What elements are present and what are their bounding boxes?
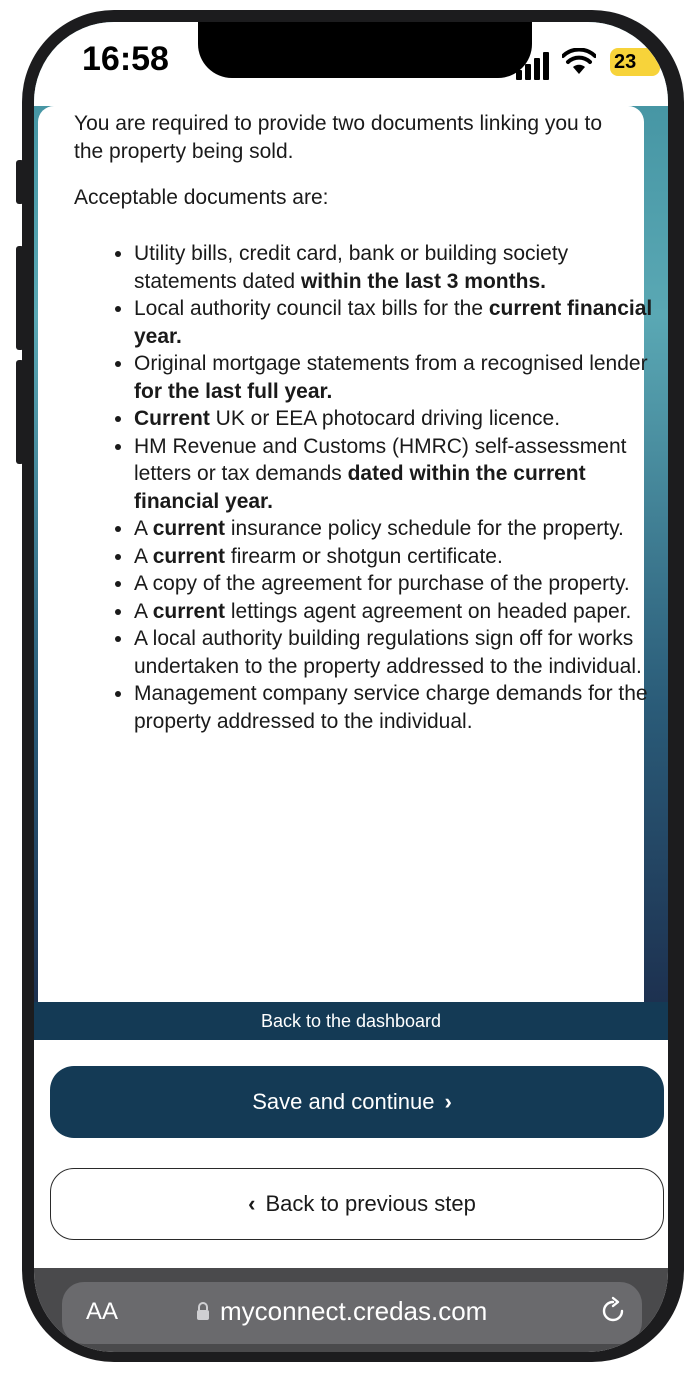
battery-icon: 23 bbox=[610, 48, 660, 76]
acceptable-heading: Acceptable documents are: bbox=[74, 186, 329, 209]
phone-screen: 16:58 23 You are required to provide two… bbox=[34, 22, 668, 1352]
document-item: Original mortgage statements from a reco… bbox=[134, 350, 666, 405]
back-button-label: Back to previous step bbox=[265, 1191, 476, 1216]
document-item: Utility bills, credit card, bank or buil… bbox=[134, 240, 666, 295]
back-to-previous-step-button[interactable]: ‹ Back to previous step bbox=[50, 1168, 664, 1240]
documents-list: Utility bills, credit card, bank or buil… bbox=[112, 240, 666, 735]
document-item: Management company service charge demand… bbox=[134, 680, 666, 735]
text-size-button[interactable]: AA bbox=[86, 1298, 118, 1326]
document-item: A current firearm or shotgun certificate… bbox=[134, 543, 666, 571]
document-item: A copy of the agreement for purchase of … bbox=[134, 570, 666, 598]
document-item: A local authority building regulations s… bbox=[134, 625, 666, 680]
chevron-left-icon: ‹ bbox=[248, 1191, 256, 1216]
document-item: HM Revenue and Customs (HMRC) self-asses… bbox=[134, 433, 666, 516]
side-button-silent bbox=[16, 160, 24, 204]
save-button-label: Save and continue bbox=[252, 1089, 435, 1114]
documents-card: You are required to provide two document… bbox=[38, 106, 652, 1002]
document-item: A current insurance policy schedule for … bbox=[134, 515, 666, 543]
side-button-volume-up bbox=[16, 246, 24, 350]
document-item: Current UK or EEA photocard driving lice… bbox=[134, 405, 666, 433]
back-to-dashboard-link[interactable]: Back to the dashboard bbox=[34, 1002, 668, 1040]
browser-address-bar: AA myconnect.credas.com bbox=[34, 1268, 668, 1352]
document-item: A current lettings agent agreement on he… bbox=[134, 598, 666, 626]
lock-icon bbox=[197, 1302, 209, 1320]
intro-text: You are required to provide two document… bbox=[74, 112, 603, 163]
camera-notch bbox=[198, 22, 532, 78]
status-bar: 16:58 23 bbox=[34, 22, 668, 106]
reload-icon[interactable] bbox=[598, 1296, 628, 1326]
url-text: myconnect.credas.com bbox=[220, 1296, 488, 1326]
document-item: Local authority council tax bills for th… bbox=[134, 295, 666, 350]
wifi-icon bbox=[562, 48, 596, 74]
url-field[interactable]: AA myconnect.credas.com bbox=[62, 1282, 642, 1344]
save-and-continue-button[interactable]: Save and continue › bbox=[50, 1066, 664, 1138]
status-time: 16:58 bbox=[82, 40, 169, 78]
chevron-right-icon: › bbox=[444, 1089, 452, 1114]
signal-icon bbox=[514, 52, 554, 80]
side-button-volume-down bbox=[16, 360, 24, 464]
